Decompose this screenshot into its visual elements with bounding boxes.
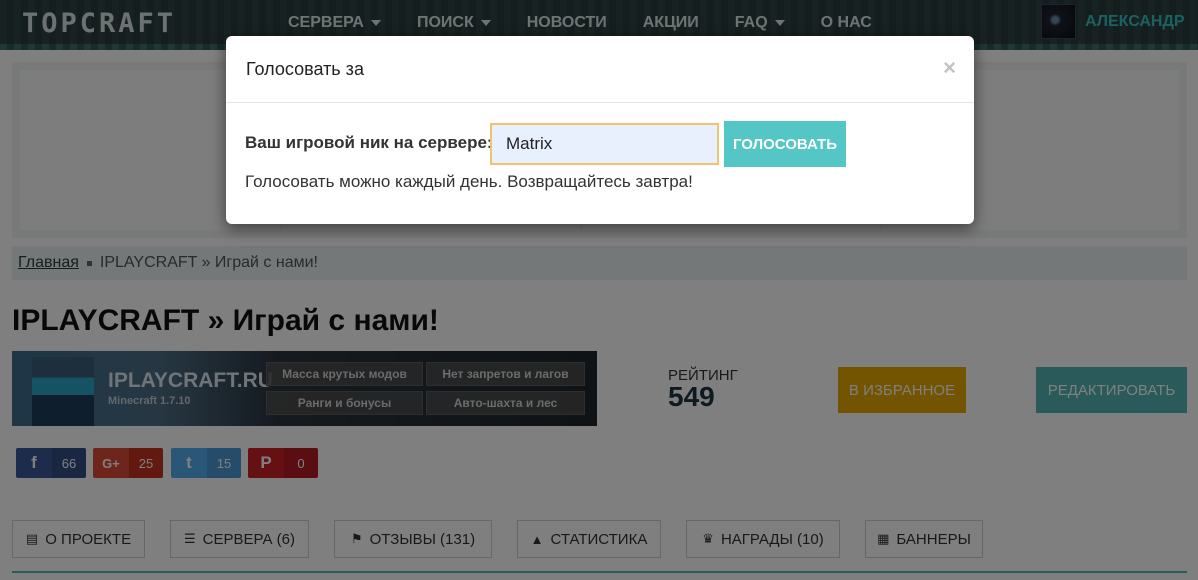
nickname-label: Ваш игровой ник на сервере: [245,133,493,152]
nickname-input[interactable] [490,123,719,165]
vote-modal: Голосовать за × Ваш игровой ник на серве… [226,36,974,224]
vote-button[interactable]: ГОЛОСОВАТЬ [724,121,846,167]
modal-title: Голосовать за [246,59,364,79]
close-icon[interactable]: × [943,55,956,81]
modal-header: Голосовать за × [226,36,974,103]
vote-message: Голосовать можно каждый день. Возвращайт… [245,172,693,191]
